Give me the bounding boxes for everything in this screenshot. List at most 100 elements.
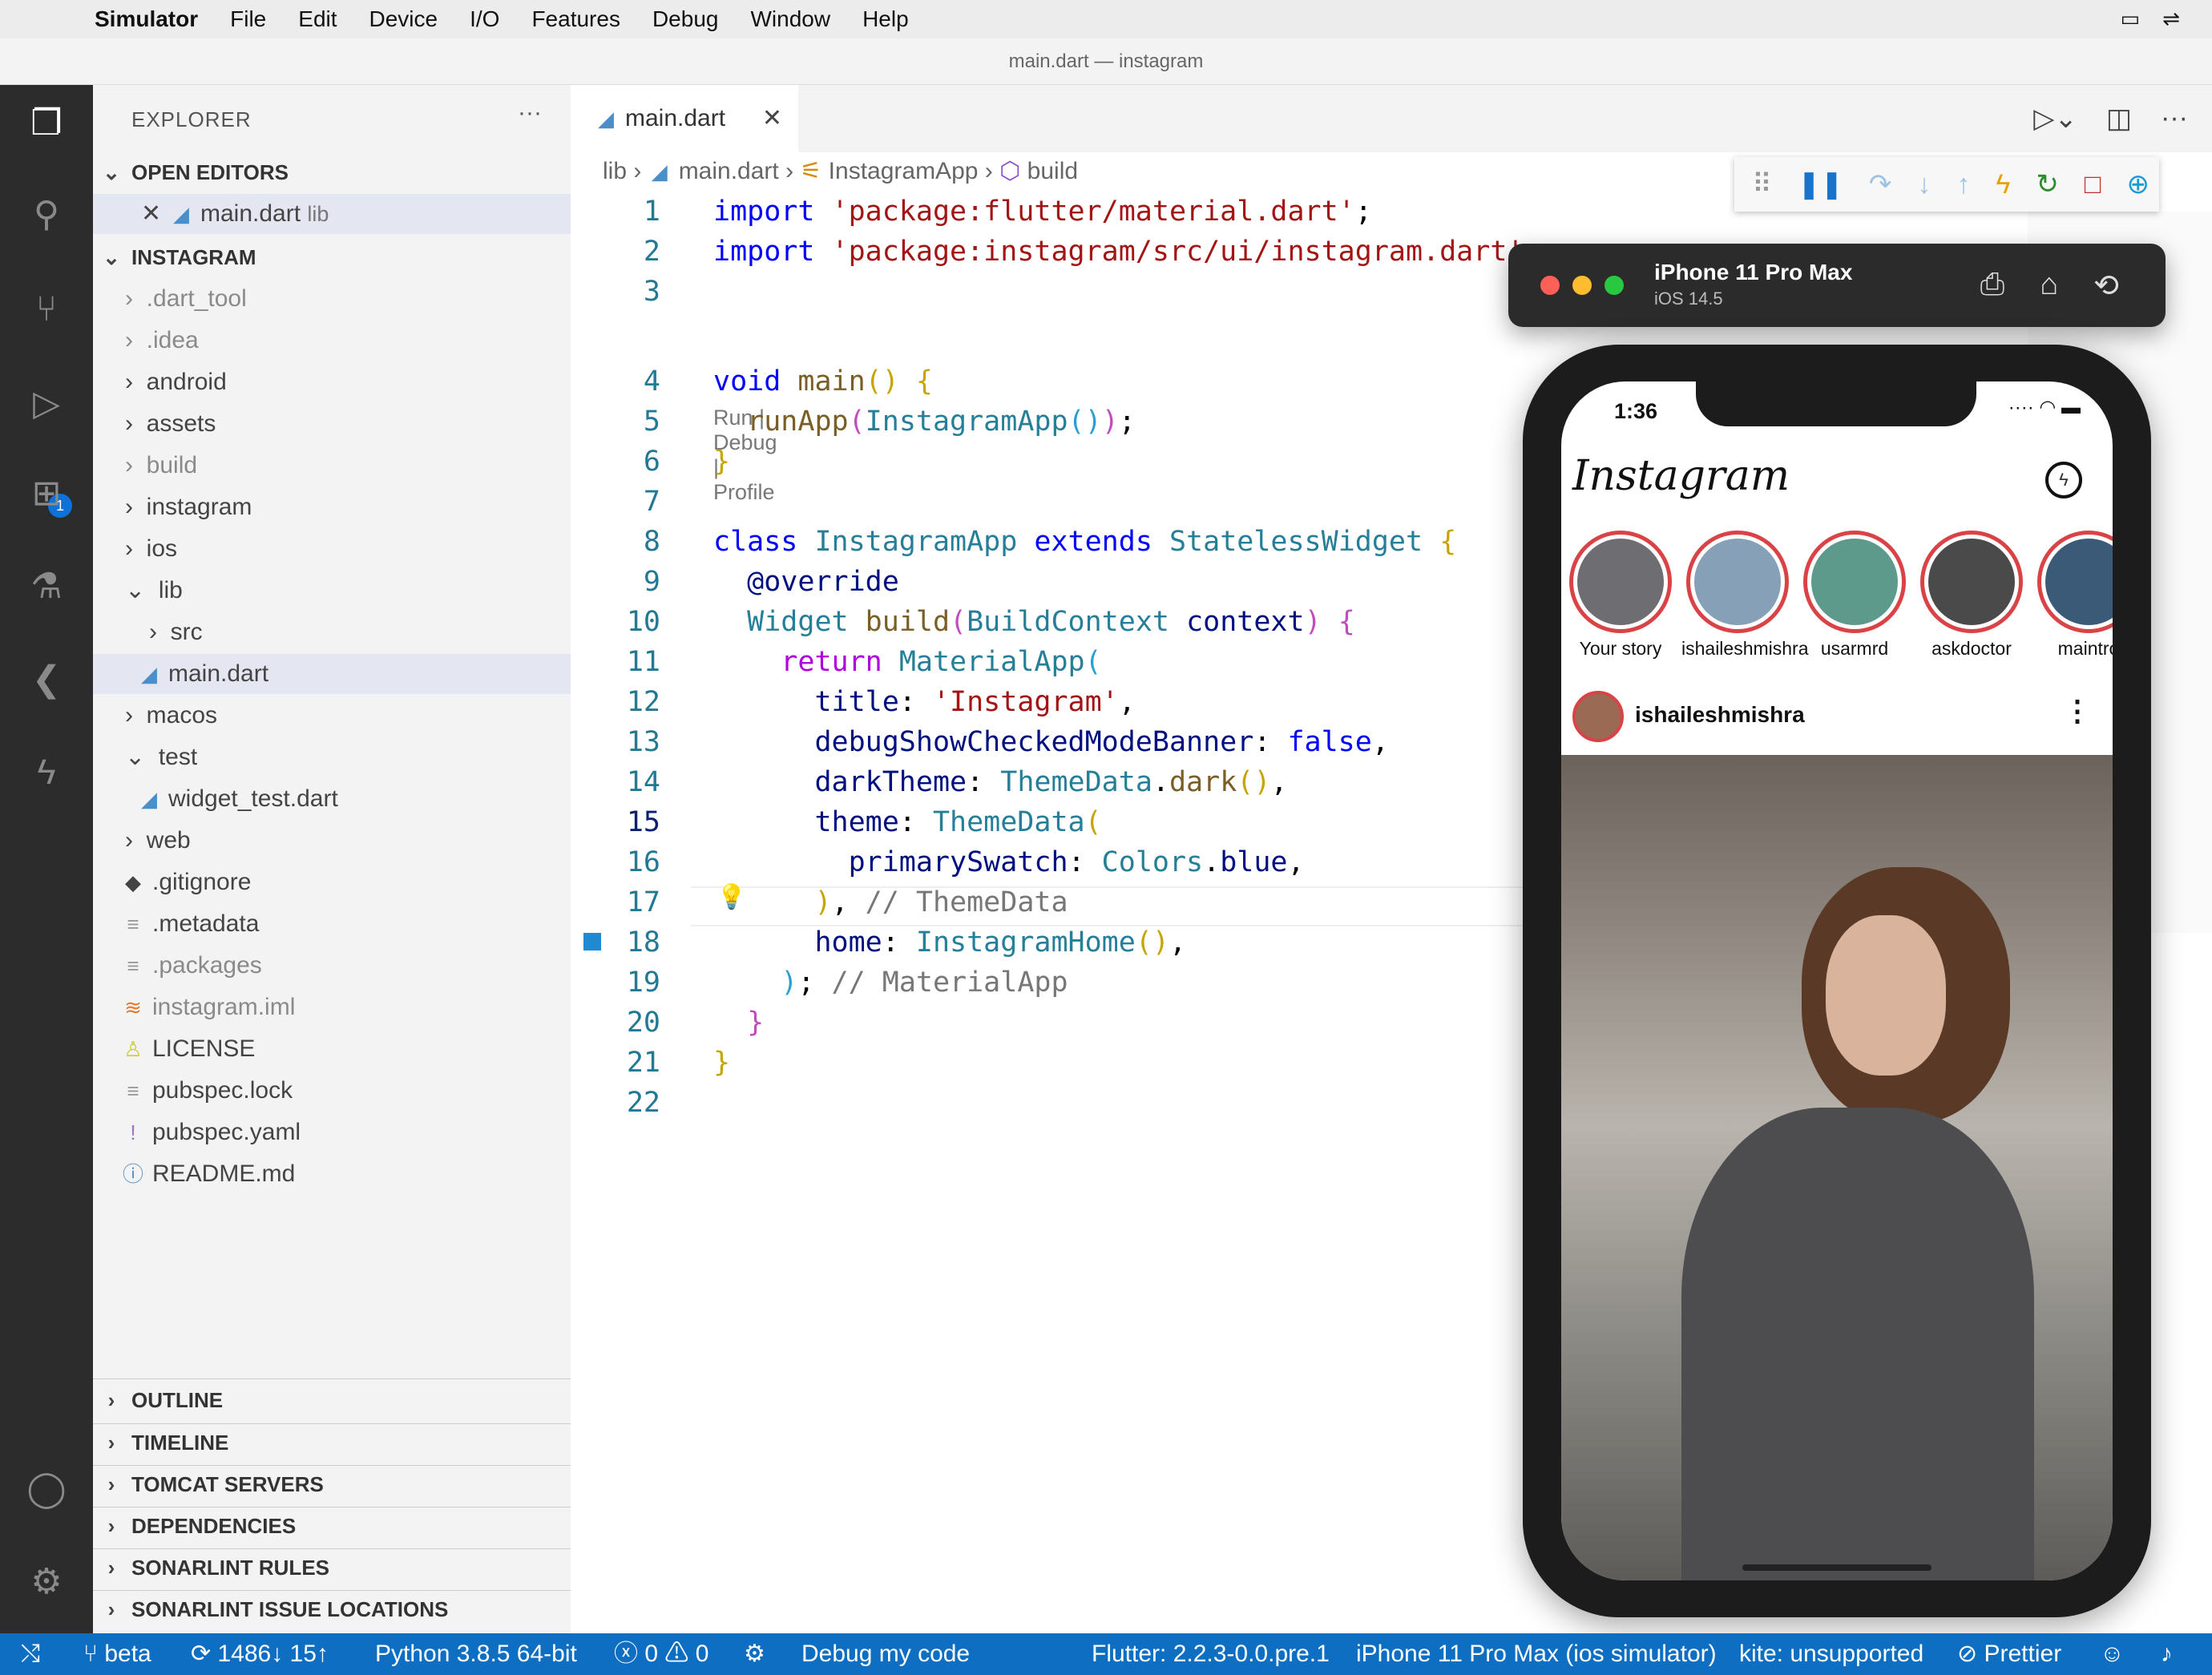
tree-folder[interactable]: › web — [125, 821, 191, 861]
tree-file[interactable]: ⓘ README.md — [122, 1154, 295, 1194]
debug-config[interactable]: Debug my code — [801, 1633, 970, 1675]
tree-folder[interactable]: › instagram — [125, 487, 252, 527]
section-open-editors[interactable]: ⌄ OPEN EDITORS — [93, 154, 571, 191]
menu-help[interactable]: Help — [862, 6, 909, 32]
section-outline[interactable]: › OUTLINE — [93, 1382, 571, 1419]
section-timeline[interactable]: › TIMELINE — [93, 1423, 571, 1460]
section-tomcat-servers[interactable]: › TOMCAT SERVERS — [93, 1465, 571, 1502]
close-icon[interactable]: ✕ — [141, 194, 161, 234]
section-sonarlint-issue-locations[interactable]: › SONARLINT ISSUE LOCATIONS — [93, 1590, 571, 1627]
post-photo[interactable] — [1561, 755, 2113, 1580]
hot-reload-icon[interactable]: ϟ — [1996, 169, 2010, 200]
tree-folder[interactable]: › assets — [125, 404, 216, 444]
step-over-icon[interactable]: ↷ — [1869, 168, 1892, 200]
tree-file[interactable]: ≡ pubspec.lock — [122, 1071, 293, 1111]
section-instagram[interactable]: ⌄ INSTAGRAM — [93, 239, 571, 276]
split-editor-icon[interactable]: ◫ — [2106, 103, 2132, 135]
restart-icon[interactable]: ↻ — [2036, 168, 2059, 200]
step-out-icon[interactable]: ↑ — [1956, 169, 1970, 200]
target-device[interactable]: iPhone 11 Pro Max (ios simulator) — [1356, 1633, 1717, 1675]
lightning-icon[interactable]: ϟ — [22, 749, 71, 797]
tree-file[interactable]: ≡ .packages — [122, 946, 261, 986]
kite-status[interactable]: kite: unsupported — [1739, 1633, 1923, 1675]
tree-file[interactable]: ! pubspec.yaml — [122, 1112, 301, 1152]
python-interpreter[interactable]: Python 3.8.5 64-bit — [375, 1633, 577, 1675]
feedback-icon[interactable]: ☺ — [2100, 1633, 2125, 1675]
breadcrumb-class[interactable]: InstagramApp — [829, 158, 979, 184]
home-icon[interactable]: ⌂ — [2040, 268, 2058, 304]
tree-file[interactable]: ◆ .gitignore — [122, 862, 251, 902]
source-control-icon[interactable]: ⑂ — [22, 285, 71, 333]
search-icon[interactable]: ⚲ — [22, 191, 71, 239]
devtools-icon[interactable]: ⊕ — [2126, 168, 2149, 200]
settings-gear-icon[interactable]: ⚙ — [22, 1558, 71, 1606]
section-dependencies[interactable]: › DEPENDENCIES — [93, 1507, 571, 1544]
tree-folder[interactable]: › ios — [125, 529, 177, 569]
close-tab-icon[interactable]: ✕ — [762, 85, 782, 152]
story-item[interactable]: askdoctor — [1915, 531, 2028, 660]
tree-folder[interactable]: › .idea — [125, 321, 199, 361]
remote-icon[interactable]: ⤭ — [21, 1633, 40, 1675]
screen-mirroring-icon[interactable]: ▭ — [2121, 6, 2141, 31]
story-item[interactable]: ishaileshmishra — [1681, 531, 1809, 660]
minimize-window-button[interactable] — [1572, 276, 1592, 295]
tree-folder[interactable]: ⌄ lib — [125, 571, 183, 611]
breadcrumb-method[interactable]: build — [1027, 158, 1078, 184]
notifications-bell-icon[interactable]: ♪ — [2161, 1633, 2173, 1675]
tree-file-main-dart[interactable]: ◢ main.dart — [93, 654, 571, 694]
more-actions-icon[interactable]: ··· — [2161, 103, 2188, 135]
tree-file[interactable]: ◢ widget_test.dart — [138, 779, 338, 819]
menu-io[interactable]: I/O — [470, 6, 499, 32]
tree-file[interactable]: ≡ .metadata — [122, 904, 259, 944]
menu-file[interactable]: File — [230, 6, 266, 32]
tree-file[interactable]: ♙ LICENSE — [122, 1029, 255, 1069]
account-icon[interactable]: ◯ — [22, 1465, 71, 1513]
close-window-button[interactable] — [1540, 276, 1560, 295]
tree-folder[interactable]: › build — [125, 446, 197, 486]
tree-file[interactable]: ≋ instagram.iml — [122, 987, 295, 1027]
tree-folder[interactable]: › android — [125, 362, 227, 402]
testing-icon[interactable]: ⚗ — [22, 563, 71, 611]
menu-debug[interactable]: Debug — [652, 6, 719, 32]
section-sonarlint-rules[interactable]: › SONARLINT RULES — [93, 1548, 571, 1585]
tab-main-dart[interactable]: ◢ main.dart ✕ — [571, 85, 798, 152]
zoom-window-button[interactable] — [1605, 276, 1624, 295]
post-username[interactable]: ishaileshmishra — [1635, 702, 1805, 728]
tree-folder[interactable]: ⌄ test — [125, 737, 197, 777]
problems-status[interactable]: ⓧ 0 ⚠ 0 — [614, 1633, 708, 1675]
open-editor-main-dart[interactable]: ✕ ◢ main.dart lib — [93, 194, 571, 234]
menu-window[interactable]: Window — [750, 6, 830, 32]
run-icon[interactable]: ▷⌄ — [2033, 103, 2077, 135]
breadcrumb-lib[interactable]: lib — [603, 158, 627, 184]
pause-icon[interactable]: ❚❚ — [1798, 168, 1843, 200]
extensions-icon[interactable]: ⊞ — [22, 470, 71, 518]
run-debug-icon[interactable]: ▷ — [22, 380, 71, 428]
story-item[interactable]: usarmrd — [1798, 531, 1911, 660]
sync-status[interactable]: ⟳ 1486↓ 15↑ — [191, 1633, 329, 1675]
story-item[interactable]: Your story — [1564, 531, 1677, 660]
tree-folder[interactable]: › src — [149, 612, 203, 652]
tree-folder[interactable]: › .dart_tool — [125, 279, 247, 319]
explorer-icon[interactable]: ❐ — [22, 99, 71, 147]
control-center-icon[interactable]: ⇌ — [2162, 6, 2180, 31]
story-item[interactable]: maintro — [2032, 531, 2113, 660]
tree-folder[interactable]: › macos — [125, 696, 217, 736]
menu-device[interactable]: Device — [369, 6, 438, 32]
explorer-more-button[interactable]: ··· — [518, 99, 542, 127]
drag-handle-icon[interactable]: ⠿ — [1752, 168, 1772, 200]
post-more-icon[interactable]: ⋮ — [2063, 694, 2092, 728]
prettier-status[interactable]: ⊘ Prettier — [1957, 1633, 2061, 1675]
menu-app-simulator[interactable]: Simulator — [95, 6, 198, 32]
stop-icon[interactable]: □ — [2085, 169, 2101, 200]
flutter-version[interactable]: Flutter: 2.2.3-0.0.pre.1 — [1092, 1633, 1330, 1675]
breadcrumb-file[interactable]: main.dart — [679, 158, 779, 184]
rotate-icon[interactable]: ⟲ — [2093, 268, 2119, 304]
git-branch[interactable]: ⑂ beta — [83, 1633, 151, 1675]
menu-edit[interactable]: Edit — [298, 6, 337, 32]
flutter-icon[interactable]: ❮ — [22, 656, 71, 704]
debug-config-icon[interactable]: ⚙ — [744, 1633, 765, 1675]
messenger-icon[interactable]: ϟ — [2045, 462, 2082, 498]
post-avatar[interactable] — [1572, 691, 1624, 742]
step-into-icon[interactable]: ↓ — [1917, 169, 1931, 200]
menu-features[interactable]: Features — [531, 6, 620, 32]
